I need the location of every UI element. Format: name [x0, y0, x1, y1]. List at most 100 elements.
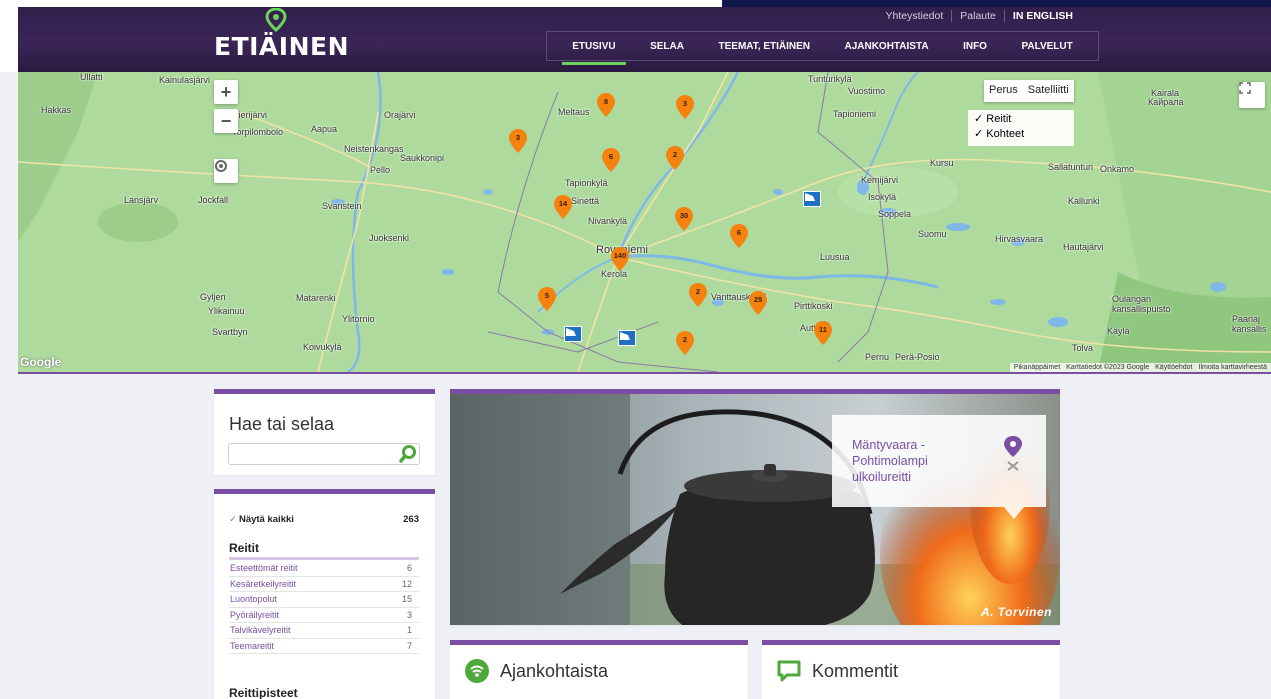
list-item[interactable]: Talvikävelyreitit 1: [229, 623, 419, 639]
nav-info[interactable]: INFO: [953, 35, 997, 58]
place-label: Ullatti: [80, 72, 103, 82]
cluster-count: 6: [608, 152, 614, 161]
cluster-marker[interactable]: 3: [675, 94, 695, 120]
in-english-link[interactable]: IN ENGLISH: [1003, 10, 1081, 22]
place-label: Nivankylä: [588, 216, 628, 226]
place-label: Tapioniemi: [833, 109, 877, 119]
main-nav: ETUSIVU SELAA TEEMAT, ETIÄINEN AJANKOHTA…: [546, 31, 1099, 65]
nav-selaa[interactable]: SELAA: [640, 35, 694, 58]
cluster-marker[interactable]: 6: [729, 223, 749, 249]
cluster-marker[interactable]: 14: [553, 194, 573, 220]
zoom-in-button[interactable]: +: [214, 80, 238, 104]
list-item[interactable]: Luontopolut 15: [229, 592, 419, 608]
map-type-basic[interactable]: Perus: [984, 80, 1023, 102]
cluster-marker[interactable]: 25: [748, 290, 768, 316]
fullscreen-icon: [1239, 82, 1251, 94]
cluster-count: 2: [695, 287, 701, 296]
cluster-marker[interactable]: 140: [610, 246, 630, 272]
cluster-count: 2: [672, 150, 678, 159]
feedback-link[interactable]: Palaute: [951, 10, 1004, 22]
place-label: Onkamo: [1100, 164, 1135, 174]
hero-caption-text: Mäntyvaara - Pohtimolampi ulkoilureitti: [852, 438, 928, 484]
map-type-satellite[interactable]: Satelliitti: [1023, 80, 1074, 102]
cluster-marker[interactable]: 3: [508, 128, 528, 154]
cluster-marker[interactable]: 2: [675, 330, 695, 356]
poi-marker[interactable]: [618, 330, 636, 346]
terms-link[interactable]: Käyttöehdot: [1155, 364, 1192, 371]
filter-card: ✓ Näytä kaikki 263 Reitit Esteettömät rei…: [214, 489, 435, 699]
fullscreen-button[interactable]: [1239, 82, 1265, 108]
place-label: Jierijärvi: [234, 110, 268, 120]
list-item[interactable]: Esteettömät reitit 6: [229, 561, 419, 577]
header-left-gap: [0, 0, 18, 72]
shortcuts-link[interactable]: Pikanäppäimet: [1014, 364, 1060, 371]
zoom-out-button[interactable]: −: [214, 109, 238, 133]
nav-palvelut[interactable]: PALVELUT: [1011, 35, 1082, 58]
comments-title: Kommentit: [812, 661, 899, 681]
filter-label: Esteettömät reitit: [230, 563, 298, 573]
cluster-marker[interactable]: 5: [537, 286, 557, 312]
place-label: Pirttikoski: [794, 301, 833, 311]
site-header: ETIÄINEN Yhteystiedot Palaute IN ENGLISH…: [18, 0, 1271, 72]
place-label: Tolva: [1072, 343, 1094, 353]
cluster-marker[interactable]: 8: [596, 92, 616, 118]
place-label: Lansjärv: [124, 195, 159, 205]
nav-ajankohtaista[interactable]: AJANKOHTAISTA: [834, 35, 938, 58]
place-label: Pernu: [865, 352, 890, 362]
list-item[interactable]: Kesäretkeilyreitit 12: [229, 577, 419, 592]
header-top-strip: [0, 0, 722, 7]
cluster-marker[interactable]: 6: [601, 147, 621, 173]
layer-targets-label: Kohteet: [986, 128, 1025, 140]
poi-marker[interactable]: [803, 191, 821, 207]
caption-pointer: [1004, 507, 1024, 519]
search-input[interactable]: [228, 443, 420, 465]
place-label: Pello: [370, 165, 391, 175]
filter-label: Kesäretkeilyreitit: [230, 578, 297, 589]
place-label: Ylikainuu: [208, 306, 245, 316]
place-label: Kursu: [930, 158, 954, 168]
contact-link[interactable]: Yhteystiedot: [877, 10, 951, 22]
top-bar-right: [722, 0, 1271, 7]
layer-routes[interactable]: ✓ Reitit: [974, 112, 1068, 127]
place-label: Ylitornio: [342, 314, 375, 324]
site-logo[interactable]: ETIÄINEN: [214, 8, 349, 66]
photo-credit: A. Torvinen: [980, 605, 1052, 619]
list-item[interactable]: Teemareitit 7: [229, 639, 419, 654]
nav-teemat[interactable]: TEEMAT, ETIÄINEN: [709, 35, 820, 58]
report-error-link[interactable]: Ilmoita karttavirheestä: [1199, 364, 1267, 371]
hero-banner[interactable]: Mäntyvaara - Pohtimolampi ulkoilureitti …: [450, 389, 1060, 625]
cluster-count: 140: [613, 251, 627, 260]
place-label: Aapua: [311, 124, 338, 134]
filter-count: 6: [406, 563, 412, 573]
place-label: Hakkas: [41, 105, 72, 115]
layer-targets[interactable]: ✓ Kohteet: [974, 127, 1068, 142]
map-attribution: Pikanäppäimet Karttatiedot ©2023 Google …: [1009, 363, 1271, 372]
place-label: Isokylä: [868, 192, 897, 202]
cluster-marker[interactable]: 2: [688, 282, 708, 308]
map-data-link[interactable]: Karttatiedot ©2023 Google: [1066, 364, 1149, 371]
routes-title: Reitit: [229, 541, 259, 555]
nav-etusivu[interactable]: ETUSIVU: [562, 35, 626, 65]
route-pin-icon: [1004, 436, 1022, 471]
place-label: Tapionkylä: [565, 178, 608, 188]
list-item[interactable]: Pyöräilyreitit 3: [229, 608, 419, 623]
cluster-marker[interactable]: 2: [665, 145, 685, 171]
place-label: Perä-Posio: [895, 352, 940, 362]
comments-card: Kommentit: [762, 640, 1060, 699]
checkmark-icon: ✓: [229, 514, 237, 525]
cluster-count: 3: [515, 133, 521, 142]
place-label: Koivukylä: [303, 342, 342, 352]
place-label: Vuostimo: [848, 86, 886, 96]
poi-marker[interactable]: [564, 326, 582, 342]
cluster-marker[interactable]: 30: [674, 206, 694, 232]
cluster-count: 30: [679, 211, 689, 220]
cluster-marker[interactable]: 11: [813, 320, 833, 346]
locate-button[interactable]: [214, 159, 238, 183]
show-all-row[interactable]: ✓ Näytä kaikki 263: [229, 514, 419, 525]
hero-caption[interactable]: Mäntyvaara - Pohtimolampi ulkoilureitti: [832, 415, 1046, 519]
search-button[interactable]: [398, 444, 418, 464]
page: ETIÄINEN Yhteystiedot Palaute IN ENGLISH…: [0, 0, 1271, 699]
routes-list: Esteettömät reitit 6 Kesäretkeilyreitit 12…: [229, 561, 419, 654]
filter-count: 12: [401, 578, 412, 589]
map[interactable]: Ullatti Kainulasjärvi Hakkas Jierijärvi …: [18, 72, 1271, 372]
